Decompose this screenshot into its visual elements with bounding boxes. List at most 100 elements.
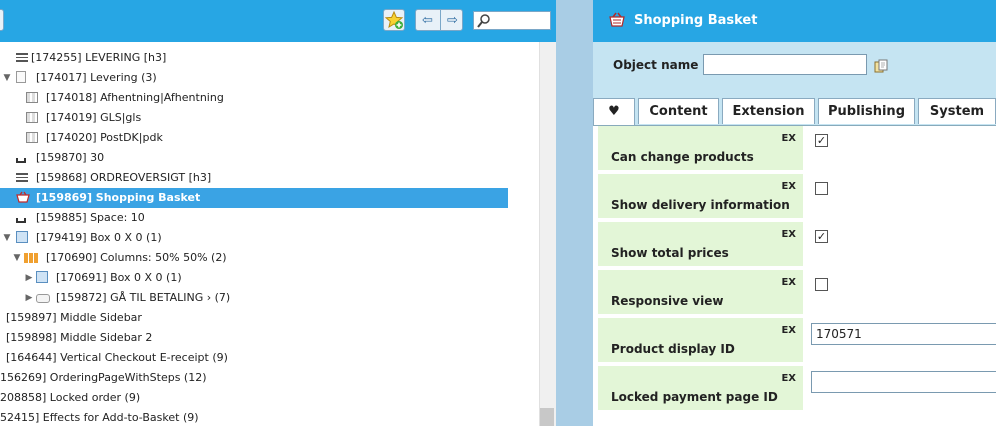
tree-node[interactable]: [159885] Space: 10 [0, 208, 508, 228]
tab-favorites[interactable]: ♥ [593, 98, 635, 125]
property-label: Product display ID [611, 342, 735, 356]
property-product-display-id: EX Product display ID [598, 318, 803, 362]
basket-icon [609, 12, 625, 27]
tree-node-label: [164644] Vertical Checkout E-receipt (9) [6, 351, 228, 364]
extension-badge: EX [781, 277, 796, 288]
box-icon [16, 231, 28, 243]
tree-node[interactable]: [174020] PostDK|pdk [0, 128, 508, 148]
tree-node[interactable]: ▶ [159872] GÅ TIL BETALING › (7) [0, 288, 508, 308]
add-favorite-button[interactable] [383, 9, 405, 31]
history-nav-group: ⇦ ⇨ [415, 9, 463, 31]
property-label: Show delivery information [611, 198, 790, 212]
arrow-left-icon: ⇦ [422, 12, 433, 28]
pane-splitter[interactable] [556, 0, 593, 426]
check-icon: ✓ [816, 134, 827, 147]
locked-payment-page-id-input[interactable] [811, 371, 996, 393]
tree-node[interactable]: [174019] GLS|gls [0, 108, 508, 128]
tree-node-label: [170691] Box 0 X 0 (1) [56, 271, 182, 284]
extension-badge: EX [781, 229, 796, 240]
tree-node-label: [159870] 30 [36, 151, 105, 164]
tab-publishing[interactable]: Publishing [818, 98, 915, 124]
tree-scrollbar[interactable] [539, 42, 556, 426]
editor-tabbar: ♥ Content Extension Publishing System [593, 93, 996, 126]
tree-node[interactable]: [174018] Afhentning|Afhentning [0, 88, 508, 108]
button-icon [36, 294, 50, 303]
tab-system-label: System [929, 104, 985, 119]
space-icon [16, 158, 26, 163]
table-icon [26, 112, 38, 123]
responsive-view-checkbox[interactable] [815, 278, 828, 291]
object-name-input[interactable] [703, 54, 867, 75]
tab-extension-label: Extension [732, 104, 805, 119]
property-locked-payment-page-id: EX Locked payment page ID [598, 366, 803, 410]
extension-badge: EX [781, 373, 796, 384]
tree-node[interactable]: ▶ [170691] Box 0 X 0 (1) [0, 268, 508, 288]
tree-node[interactable]: ▼ [179419] Box 0 X 0 (1) [0, 228, 508, 248]
tree-node[interactable]: 156269] OrderingPageWithSteps (12) [0, 368, 508, 388]
tree-node[interactable]: 52415] Effects for Add-to-Basket (9) [0, 408, 508, 426]
tree-node[interactable]: [164644] Vertical Checkout E-receipt (9) [0, 348, 508, 368]
tree-node[interactable]: 208858] Locked order (9) [0, 388, 508, 408]
basket-icon [16, 191, 30, 203]
can-change-products-checkbox[interactable]: ✓ [815, 134, 828, 147]
tree-node-label: [174019] GLS|gls [46, 111, 142, 124]
property-label: Responsive view [611, 294, 724, 308]
tree-node[interactable]: [159898] Middle Sidebar 2 [0, 328, 508, 348]
tree-node-label: [159872] GÅ TIL BETALING › (7) [56, 291, 231, 304]
object-name-row: Object name [593, 42, 996, 93]
box-icon [36, 271, 48, 283]
arrow-right-icon: ⇨ [447, 12, 458, 28]
tree-node-label: [159897] Middle Sidebar [6, 311, 142, 324]
extension-badge: EX [781, 133, 796, 144]
tree-node-label: [170690] Columns: 50% 50% (2) [46, 251, 227, 264]
collapsed-toggle-icon[interactable]: ▶ [24, 288, 34, 308]
tree-node[interactable]: ▼ [174017] Levering (3) [0, 68, 508, 88]
product-display-id-input[interactable]: 170571 [811, 323, 996, 345]
object-name-label: Object name [613, 58, 699, 72]
check-icon: ✓ [816, 230, 827, 243]
space-icon [16, 218, 26, 223]
tree-scrollbar-thumb[interactable] [540, 408, 554, 426]
property-label: Show total prices [611, 246, 729, 260]
property-label: Locked payment page ID [611, 390, 778, 404]
tab-content[interactable]: Content [638, 98, 719, 124]
show-total-prices-checkbox[interactable]: ✓ [815, 230, 828, 243]
tree-search-input[interactable] [473, 11, 551, 30]
show-delivery-information-checkbox[interactable] [815, 182, 828, 195]
content-tree-pane: ⇦ ⇨ [174255] LEVERING [h3] ▼ [174017] Leve… [0, 0, 556, 426]
tree-node-label: [174017] Levering (3) [36, 71, 157, 84]
magnifier-icon [477, 14, 490, 28]
tab-system[interactable]: System [918, 98, 996, 124]
extension-badge: EX [781, 325, 796, 336]
expanded-toggle-icon[interactable]: ▼ [12, 248, 22, 268]
tree-node[interactable]: [159868] ORDREOVERSIGT [h3] [0, 168, 508, 188]
table-icon [26, 92, 38, 103]
tree-node-label: [179419] Box 0 X 0 (1) [36, 231, 162, 244]
heading-icon [16, 173, 28, 182]
tree-node-label: 208858] Locked order (9) [0, 391, 141, 404]
collapse-button[interactable] [0, 9, 4, 31]
document-icon [16, 71, 26, 83]
tree-node[interactable]: [159870] 30 [0, 148, 508, 168]
expanded-toggle-icon[interactable]: ▼ [2, 68, 12, 88]
object-name-value [704, 59, 708, 73]
tree-node[interactable]: [159869] Shopping Basket [0, 188, 508, 208]
property-show-delivery-information: EX Show delivery information [598, 174, 803, 218]
expanded-toggle-icon[interactable]: ▼ [2, 228, 12, 248]
tab-content-label: Content [649, 104, 708, 119]
tree-node-label: [174020] PostDK|pdk [46, 131, 163, 144]
browse-icon[interactable] [874, 59, 888, 73]
tree-node-label: [159869] Shopping Basket [36, 191, 201, 204]
tree-node[interactable]: [159897] Middle Sidebar [0, 308, 508, 328]
star-add-icon [384, 10, 404, 29]
back-button[interactable]: ⇦ [416, 10, 439, 30]
tab-extension[interactable]: Extension [722, 98, 815, 124]
columns-icon [24, 253, 38, 263]
tree-node[interactable]: ▼ [170690] Columns: 50% 50% (2) [0, 248, 508, 268]
property-responsive-view: EX Responsive view [598, 270, 803, 314]
tree-node[interactable]: [174255] LEVERING [h3] [0, 48, 508, 68]
collapsed-toggle-icon[interactable]: ▶ [24, 268, 34, 288]
forward-button[interactable]: ⇨ [440, 10, 464, 30]
heading-icon [16, 53, 28, 62]
tree-toolbar: ⇦ ⇨ [0, 0, 556, 42]
